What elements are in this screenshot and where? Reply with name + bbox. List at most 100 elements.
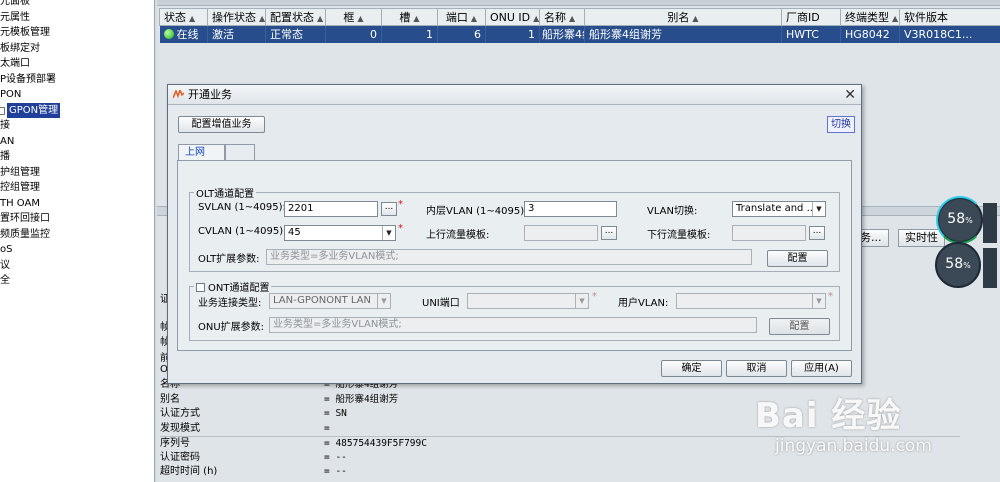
tree-item-label: 元面板 [0,0,30,7]
vlan-switch-select[interactable]: Translate and ... ▼ [732,201,826,217]
speed-gauge-widget[interactable]: 58% [935,242,981,288]
cancel-button[interactable]: 取消 [726,360,787,377]
dropdown-arrow-icon[interactable]: ▼ [575,294,588,308]
required-mark: * [398,199,403,210]
olt-config-button[interactable]: 配置 [767,250,828,267]
tree-item[interactable]: 接 [0,118,154,134]
tree-item-label: 置环回接口 [0,213,50,224]
downstream-template-browse-button[interactable]: ... [809,226,825,240]
uni-port-select[interactable]: ▼ [467,293,589,309]
sort-asc-icon: ▲ [189,14,196,23]
column-header-alias[interactable]: 别名 ▲ [584,8,782,26]
switch-button[interactable]: 切换 [827,116,855,133]
header-label: 槽 [399,11,411,24]
tree-item-label: 元属性 [0,11,30,23]
header-label: 框 [343,11,355,24]
dropdown-arrow-icon[interactable]: ▼ [382,226,395,240]
column-header-software[interactable]: 软件版本 [899,8,1000,26]
olt-ext-params-input[interactable]: 业务类型=多业务VLAN模式; [266,249,752,265]
column-header-port[interactable]: 端口 ▲ [437,8,486,26]
watermark-logo: Bai 经验 [755,396,902,436]
value-added-service-button[interactable]: 配置增值业务 [178,116,265,133]
upstream-template-browse-button[interactable]: ... [601,226,617,240]
horizontal-scrollbar[interactable] [157,0,1000,6]
header-label: 端口 [445,11,468,24]
speed-gauge-widget[interactable]: 58% [936,196,984,244]
tree-item[interactable]: 播 [0,149,154,165]
tree-item-label: GPON管理 [7,102,61,118]
ont-config-button[interactable]: 配置 [769,318,830,335]
ok-button[interactable]: 确定 [661,360,722,377]
dropdown-arrow-icon[interactable]: ▼ [377,294,390,308]
header-label: 操作状态 [212,11,256,24]
app-logo-icon [173,90,184,99]
column-header-frame[interactable]: 框 ▲ [325,8,382,26]
svlan-browse-button[interactable]: ... [381,202,397,216]
tree-item[interactable]: 控组管理 [0,180,154,196]
user-vlan-label: 用户VLAN: [618,298,669,309]
port-cell: 6 [437,25,486,43]
dropdown-arrow-icon[interactable]: ▼ [812,202,825,216]
table-row[interactable]: 在线 激活 正常态 0 1 6 1 船形寨4组... 船形寨4组谢芳 HWTC … [159,25,1000,43]
dialog-title-bar[interactable]: 开通业务 ✕ [168,85,861,105]
tree-item[interactable]: 太端口 [0,56,154,72]
floating-widget-side [983,248,997,288]
column-header-onu-id[interactable]: ONU ID ▲ [485,8,540,26]
tab-blank[interactable] [225,144,255,160]
terminal-type-cell: HG8042 [840,25,900,43]
vendor-cell: HWTC [781,25,841,43]
tree-item[interactable]: TH OAM [0,196,154,212]
upstream-template-input[interactable] [524,225,598,241]
tree-item[interactable]: 元属性 [0,10,154,26]
cvlan-select[interactable]: 45 ▼ [284,225,396,241]
column-header-vendor-id[interactable]: 厂商ID [781,8,841,26]
onu-ext-params-input[interactable]: 业务类型=多业务VLAN模式; [269,317,757,333]
tree-item-label: 护组管理 [0,166,40,178]
svlan-input[interactable]: 2201 [284,201,378,217]
required-mark: * [592,291,597,302]
tree-item-gpon-management[interactable]: GPON管理 [0,102,154,118]
navigation-tree: 元面板 元属性 元模板管理 板绑定对 太端口 P设备预部署 PON GPON管理… [0,0,155,482]
tree-item-label: 太端口 [0,58,30,69]
header-label: 终端类型 [845,11,889,24]
user-vlan-select[interactable]: ▼ [676,293,826,309]
property-key: 认证密码 [160,451,200,463]
header-label: 状态 [164,11,186,24]
apply-button[interactable]: 应用(A) [791,360,852,377]
property-value: = -- [324,466,347,477]
column-header-slot[interactable]: 槽 ▲ [381,8,438,26]
downstream-template-input[interactable] [732,225,806,241]
tree-item[interactable]: 元模板管理 [0,25,154,41]
conn-type-select[interactable]: LAN-GPONONT LAN ▼ [269,293,391,309]
open-service-dialog: 开通业务 ✕ 配置增值业务 切换 上网 OLT通道配置 SVLAN (1~409… [167,84,862,384]
column-header-terminal-type[interactable]: 终端类型 ▲ [840,8,900,26]
property-key: 别名 [160,393,180,405]
tree-item[interactable]: 全 [0,273,154,289]
tree-item-label: 元模板管理 [0,27,50,38]
column-header-config-status[interactable]: 配置状态 ▲ [265,8,326,26]
gauge-percent: 58% [939,211,981,227]
tab-internet[interactable]: 上网 [178,144,225,161]
realtime-button[interactable]: 实时性 [898,229,945,247]
tree-item[interactable]: oS [0,242,154,258]
ont-enable-checkbox[interactable] [196,283,205,292]
column-header-name[interactable]: 名称 ▲ [539,8,585,26]
tree-item[interactable]: AN [0,134,154,150]
collapse-icon[interactable] [0,106,5,115]
software-cell: V3R018C1... [899,25,1000,43]
close-icon[interactable]: ✕ [844,86,856,104]
tree-item[interactable]: 频质量监控 [0,227,154,243]
column-header-op-status[interactable]: 操作状态 ▲ [207,8,266,26]
tree-item[interactable]: 板绑定对 [0,41,154,57]
tree-item[interactable]: P设备预部署 [0,72,154,88]
property-key: 认证方式 [160,408,200,419]
tree-item[interactable]: 护组管理 [0,165,154,181]
column-header-status[interactable]: 状态 ▲ [159,8,208,26]
inner-vlan-input[interactable]: 3 [524,201,617,217]
tree-item[interactable]: 元面板 [0,0,154,10]
tree-item[interactable]: PON [0,87,154,103]
name-cell: 船形寨4组... [539,25,585,43]
dropdown-arrow-icon[interactable]: ▼ [812,294,825,308]
tree-item[interactable]: 置环回接口 [0,211,154,227]
tree-item[interactable]: 议 [0,258,154,274]
